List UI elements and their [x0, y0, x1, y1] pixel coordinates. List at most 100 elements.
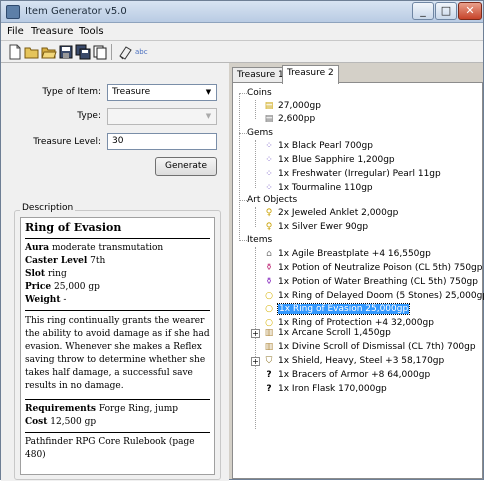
save-all-icon[interactable] — [75, 44, 91, 60]
close-button[interactable]: ✕ — [458, 2, 482, 20]
caster-line: Caster Level 7th — [25, 256, 106, 266]
open-icon[interactable] — [24, 44, 40, 60]
ewer-icon: ♀ — [265, 221, 273, 232]
weight-line: Weight - — [25, 295, 67, 305]
tree-node-gems[interactable]: Gems — [247, 126, 273, 140]
title-bar[interactable]: Item Generator v5.0 _ □ ✕ — [1, 1, 483, 23]
tree-item[interactable]: ▤ 27,000gp — [263, 99, 321, 113]
type-label: Type: — [77, 111, 101, 121]
potion-icon: ⚱ — [265, 262, 273, 273]
tree-item[interactable]: ▤ 2,600pp — [263, 112, 315, 126]
tab-treasure-2[interactable]: Treasure 2 — [282, 65, 339, 84]
type-select[interactable]: ▼ — [107, 108, 217, 125]
anklet-icon: ♀ — [265, 207, 273, 218]
app-window: Item Generator v5.0 _ □ ✕ File Treasure … — [0, 0, 484, 481]
expand-icon[interactable]: + — [251, 357, 260, 366]
tree-item[interactable]: ⚱ 1x Potion of Neutralize Poison (CL 5th)… — [263, 261, 482, 275]
shield-icon: ⛉ — [265, 355, 273, 366]
open-folder-icon[interactable] — [41, 44, 57, 60]
tree-item[interactable]: ⁘ 1x Freshwater (Irregular) Pearl 11gp — [263, 167, 441, 181]
treasure-level-label: Treasure Level: — [33, 137, 101, 147]
type-of-item-select[interactable]: Treasure ▼ — [107, 84, 217, 101]
divider — [25, 432, 210, 433]
tree-item[interactable]: ♀ 1x Silver Ewer 90gp — [263, 220, 368, 234]
cost-line: Cost 12,500 gp — [25, 417, 97, 427]
window-title: Item Generator v5.0 — [25, 6, 127, 17]
breastplate-icon: ⌂ — [266, 248, 272, 259]
toolbar: abc — [1, 41, 483, 63]
type-of-item-value: Treasure — [112, 87, 151, 97]
tree-item[interactable]: ⁘ 1x Blue Sapphire 1,200gp — [263, 153, 394, 167]
tree-item[interactable]: ⚱ 1x Potion of Water Breathing (CL 5th) 7… — [263, 275, 478, 289]
menu-file[interactable]: File — [7, 26, 24, 37]
menu-tools[interactable]: Tools — [79, 26, 104, 37]
platinum-coins-icon: ▤ — [264, 113, 274, 124]
tab-bar: Treasure 1 Treasure 2 — [232, 65, 484, 84]
potion-icon: ⚱ — [265, 276, 273, 287]
tree-item[interactable]: ⛉ 1x Shield, Heavy, Steel +3 58,170gp — [263, 354, 445, 368]
gem-icon: ⁘ — [265, 154, 273, 165]
tree-item[interactable]: ⁘ 1x Black Pearl 700gp — [263, 139, 373, 153]
tree-item[interactable]: ? 1x Bracers of Armor +8 64,000gp — [263, 368, 430, 382]
requirements-line: Requirements Forge Ring, jump — [25, 404, 179, 414]
divider — [25, 399, 210, 400]
tree-node-coins[interactable]: Coins — [247, 86, 272, 100]
tree-guide — [255, 207, 256, 227]
ring-icon: ○ — [265, 303, 273, 314]
abc-icon[interactable]: abc — [135, 44, 153, 60]
expand-icon[interactable]: + — [251, 329, 260, 338]
toolbar-separator — [111, 44, 112, 60]
tree-guide — [255, 140, 256, 188]
price-line: Price 25,000 gp — [25, 282, 100, 292]
gem-icon: ⁘ — [265, 182, 273, 193]
description-label: Description — [20, 203, 76, 213]
save-icon[interactable] — [58, 44, 74, 60]
tree-item[interactable]: ♀ 2x Jeweled Anklet 2,000gp — [263, 206, 399, 220]
ring-icon: ○ — [265, 290, 273, 301]
tree-guide — [239, 133, 247, 134]
copy-icon[interactable] — [92, 44, 108, 60]
tab-treasure-1[interactable]: Treasure 1 — [232, 67, 289, 83]
tree-item-selected[interactable]: ○ 1x Ring of Evasion 25,000gp — [263, 302, 411, 316]
new-icon[interactable] — [7, 44, 23, 60]
gem-icon: ⁘ — [265, 168, 273, 179]
maximize-button[interactable]: □ — [435, 2, 457, 20]
eraser-icon[interactable] — [117, 44, 133, 60]
treasure-tree[interactable]: Coins ▤ 27,000gp ▤ 2,600pp Gems ⁘ 1x Black … — [233, 83, 484, 478]
tree-item[interactable]: ⌂ 1x Agile Breastplate +4 16,550gp — [263, 247, 431, 261]
gem-icon: ⁘ — [265, 140, 273, 151]
source-line: Pathfinder RPG Core Rulebook (page 480) — [25, 437, 195, 460]
treasure-tree-panel: Coins ▤ 27,000gp ▤ 2,600pp Gems ⁘ 1x Black … — [232, 82, 484, 479]
tree-guide — [239, 93, 240, 241]
divider — [25, 310, 210, 311]
treasure-level-input[interactable]: 30 — [107, 133, 217, 150]
gold-coins-icon: ▤ — [264, 100, 274, 111]
chevron-down-icon: ▼ — [205, 112, 212, 120]
tree-node-art-objects[interactable]: Art Objects — [247, 193, 297, 207]
scroll-icon: ▥ — [264, 327, 274, 338]
aura-line: Aura moderate transmutation — [25, 243, 164, 253]
type-of-item-label: Type of Item: — [42, 87, 101, 97]
tree-item[interactable]: ? 1x Iron Flask 170,000gp — [263, 382, 386, 396]
description-pane[interactable]: Ring of Evasion Aura moderate transmutat… — [20, 217, 215, 475]
tree-guide — [239, 93, 247, 94]
tree-item[interactable]: ▥ 1x Divine Scroll of Dismissal (CL 7th) … — [263, 340, 476, 354]
generate-button[interactable]: Generate — [155, 157, 217, 176]
scroll-icon: ▥ — [264, 341, 274, 352]
tree-item[interactable]: ○ 1x Ring of Delayed Doom (5 Stones) 25,0… — [263, 289, 484, 303]
item-body: This ring continually grants the wearer … — [25, 316, 210, 391]
tree-item[interactable]: ▥ 1x Arcane Scroll 1,450gp — [263, 326, 391, 340]
tree-guide — [239, 200, 247, 201]
menu-treasure[interactable]: Treasure — [31, 26, 73, 37]
minimize-button[interactable]: _ — [412, 2, 434, 20]
tree-guide — [255, 247, 256, 429]
app-icon — [6, 5, 20, 19]
tree-guide — [239, 240, 247, 241]
tree-guide — [255, 100, 256, 119]
slot-line: Slot ring — [25, 269, 67, 279]
menu-bar: File Treasure Tools — [1, 23, 483, 41]
item-title: Ring of Evasion — [25, 221, 210, 239]
question-icon: ? — [266, 369, 272, 380]
tree-node-items[interactable]: Items — [247, 233, 272, 247]
chevron-down-icon: ▼ — [205, 88, 212, 96]
